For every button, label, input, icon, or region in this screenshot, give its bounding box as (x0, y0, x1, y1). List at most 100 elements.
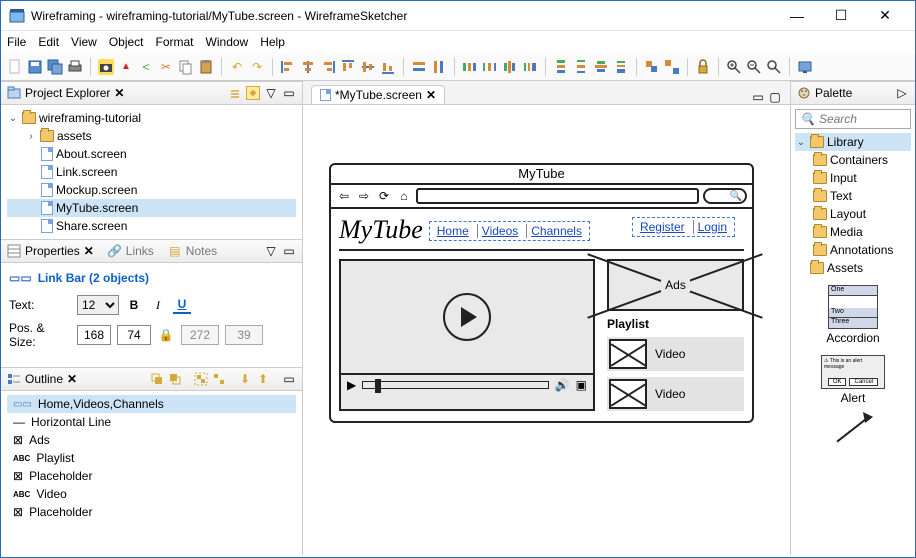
palette-cat[interactable]: Input (830, 171, 857, 185)
minimize-editor-icon[interactable]: ▭ (751, 90, 765, 104)
outline-item[interactable]: Home,Videos,Channels (38, 397, 164, 411)
width-input[interactable] (181, 325, 219, 345)
outline-item[interactable]: Horizontal Line (31, 415, 111, 429)
outline-item[interactable]: Ads (29, 433, 50, 447)
distribute-h-spacing-icon[interactable] (482, 59, 498, 75)
menu-format[interactable]: Format (156, 35, 194, 49)
minimize-panel-icon[interactable]: ▭ (282, 86, 296, 100)
auth-linkbar[interactable]: Register Login (632, 217, 735, 237)
match-height-icon[interactable] (431, 59, 447, 75)
bold-button[interactable]: B (125, 296, 143, 314)
nav-refresh-icon[interactable]: ⟳ (376, 189, 392, 203)
zoom-out-icon[interactable] (746, 59, 762, 75)
notes-tab[interactable]: Notes (186, 244, 217, 258)
outline-item[interactable]: Video (36, 487, 66, 501)
menu-file[interactable]: File (7, 35, 26, 49)
nav-link-home[interactable]: Home (433, 224, 473, 238)
project-tree[interactable]: ⌄wireframing-tutorial ›assets About.scre… (1, 105, 302, 239)
distribute-v-spacing-icon[interactable] (573, 59, 589, 75)
distribute-h-right-icon[interactable] (522, 59, 538, 75)
distribute-v-center-icon[interactable] (593, 59, 609, 75)
outline-item[interactable]: Playlist (36, 451, 74, 465)
menu-window[interactable]: Window (206, 35, 249, 49)
tree-file-selected[interactable]: MyTube.screen (56, 201, 138, 215)
tree-file[interactable]: Mockup.screen (56, 183, 137, 197)
lock-aspect-icon[interactable]: 🔒 (157, 326, 175, 344)
browser-wireframe[interactable]: MyTube ⇦ ⇨ ⟳ ⌂ 🔍 MyTube Home Videos (329, 163, 754, 423)
align-bottom-icon[interactable] (380, 59, 396, 75)
tree-file[interactable]: Link.screen (56, 165, 117, 179)
camera-icon[interactable] (98, 59, 114, 75)
nav-link-videos[interactable]: Videos (477, 224, 522, 238)
align-center-v-icon[interactable] (360, 59, 376, 75)
view-menu-icon[interactable]: ▽ (264, 86, 278, 100)
menu-help[interactable]: Help (260, 35, 285, 49)
link-editor-icon[interactable] (246, 86, 260, 100)
menu-view[interactable]: View (71, 35, 97, 49)
italic-button[interactable]: I (149, 296, 167, 314)
window-minimize-button[interactable]: — (775, 2, 819, 30)
zoom-in-icon[interactable] (726, 59, 742, 75)
underline-button[interactable]: U (173, 296, 191, 314)
palette-widget-alert[interactable]: ⚠ This is an alert message OKCancel Aler… (821, 355, 885, 405)
palette-widget-accordion[interactable]: One Two Three Accordion (826, 285, 879, 345)
properties-tab[interactable]: Properties (25, 244, 80, 258)
collapse-all-icon[interactable] (228, 86, 242, 100)
presentation-icon[interactable] (797, 59, 813, 75)
pdf-icon[interactable]: ▲ (118, 59, 134, 75)
outline-group-icon[interactable] (194, 372, 208, 386)
new-doc-icon[interactable] (7, 59, 23, 75)
nav-forward-icon[interactable]: ⇨ (356, 189, 372, 203)
outline-bring-forward-icon[interactable] (150, 372, 164, 386)
share-icon[interactable]: < (138, 59, 154, 75)
pos-x-input[interactable] (77, 325, 111, 345)
outline-send-backward-icon[interactable] (168, 372, 182, 386)
outline-ungroup-icon[interactable] (212, 372, 226, 386)
distribute-v-icon[interactable] (553, 59, 569, 75)
pos-y-input[interactable] (117, 325, 151, 345)
group-gap-icon[interactable] (664, 59, 680, 75)
tree-root-label[interactable]: wireframing-tutorial (39, 111, 141, 125)
palette-cat[interactable]: Text (830, 189, 852, 203)
palette-cat[interactable]: Layout (830, 207, 866, 221)
palette-library[interactable]: Library (827, 135, 864, 149)
window-close-button[interactable]: ✕ (863, 2, 907, 30)
distribute-v-bottom-icon[interactable] (613, 59, 629, 75)
progress-slider[interactable] (362, 381, 548, 389)
height-input[interactable] (225, 325, 263, 345)
window-maximize-button[interactable]: ☐ (819, 2, 863, 30)
outline-item[interactable]: Placeholder (29, 505, 92, 519)
outline-down-icon[interactable]: ⬆ (256, 372, 270, 386)
volume-icon[interactable]: 🔊 (555, 378, 570, 392)
font-size-combo[interactable]: 12 (77, 295, 119, 315)
group-move-icon[interactable] (644, 59, 660, 75)
auth-link-register[interactable]: Register (636, 220, 689, 234)
maximize-editor-icon[interactable]: ▢ (768, 90, 782, 104)
copy-icon[interactable] (178, 59, 194, 75)
links-tab[interactable]: Links (126, 244, 154, 258)
align-center-h-icon[interactable] (300, 59, 316, 75)
nav-back-icon[interactable]: ⇦ (336, 189, 352, 203)
menu-edit[interactable]: Edit (38, 35, 59, 49)
ads-placeholder[interactable]: Ads (607, 259, 744, 311)
playlist-item[interactable]: Video (607, 337, 744, 371)
menu-object[interactable]: Object (109, 35, 144, 49)
tree-assets-label[interactable]: assets (57, 129, 92, 143)
palette-widget-arrow[interactable] (831, 415, 875, 447)
outline-close-icon[interactable]: ✕ (67, 372, 77, 386)
tree-file[interactable]: About.screen (56, 147, 127, 161)
align-left-icon[interactable] (280, 59, 296, 75)
outline-up-icon[interactable]: ⬇ (238, 372, 252, 386)
align-right-icon[interactable] (320, 59, 336, 75)
tree-file[interactable]: Share.screen (56, 219, 127, 233)
undo-icon[interactable]: ↶ (229, 59, 245, 75)
fullscreen-icon[interactable]: ▣ (576, 378, 587, 392)
save-icon[interactable] (27, 59, 43, 75)
distribute-h-icon[interactable] (462, 59, 478, 75)
editor-tab-mytube[interactable]: *MyTube.screen ✕ (311, 85, 445, 104)
nav-link-channels[interactable]: Channels (526, 224, 586, 238)
video-player[interactable]: ▶ 🔊 ▣ (339, 259, 595, 411)
palette-collapse-icon[interactable]: ▷ (895, 86, 909, 100)
design-canvas[interactable]: MyTube ⇦ ⇨ ⟳ ⌂ 🔍 MyTube Home Videos (303, 105, 790, 555)
palette-cat[interactable]: Media (830, 225, 863, 239)
